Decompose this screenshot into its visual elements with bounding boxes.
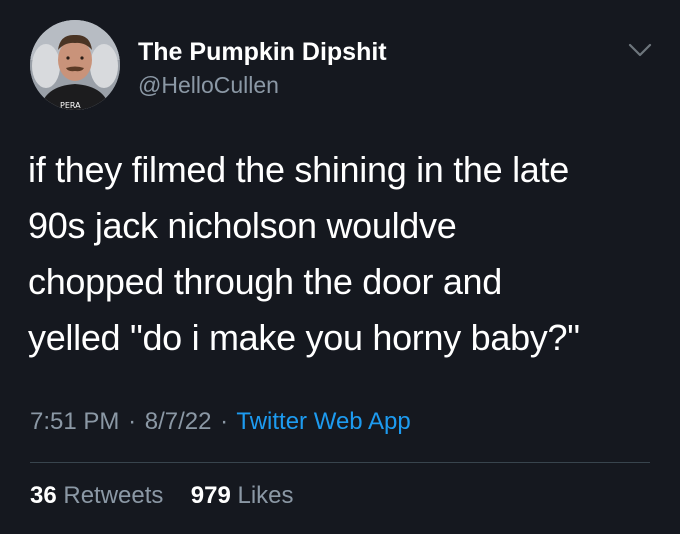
meta-separator: · (220, 408, 229, 435)
tweet-time[interactable]: 7:51 PM (30, 408, 119, 435)
tweet-stats: 36 Retweets 979 Likes (30, 482, 294, 510)
likes-stat[interactable]: 979 Likes (191, 482, 294, 509)
likes-label: Likes (237, 482, 294, 509)
chevron-down-icon[interactable] (626, 40, 654, 60)
tweet-metadata: 7:51 PM · 8/7/22 · Twitter Web App (30, 408, 411, 436)
divider (30, 462, 650, 463)
tweet-date[interactable]: 8/7/22 (145, 408, 212, 435)
avatar-photo-icon: PERA (30, 20, 120, 110)
meta-separator: · (128, 408, 137, 435)
user-handle[interactable]: @HelloCullen (138, 72, 279, 99)
likes-count: 979 (190, 482, 231, 509)
tweet-card: PERA The Pumpkin Dipshit @HelloCullen if… (0, 0, 680, 534)
retweets-stat[interactable]: 36 Retweets (30, 482, 170, 509)
retweets-label: Retweets (63, 482, 164, 509)
tweet-source-link[interactable]: Twitter Web App (236, 408, 410, 435)
display-name[interactable]: The Pumpkin Dipshit (138, 38, 387, 67)
svg-text:PERA: PERA (60, 101, 81, 110)
tweet-text: if they filmed the shining in the late 9… (28, 149, 580, 358)
avatar[interactable]: PERA (30, 20, 120, 110)
retweets-count: 36 (30, 482, 57, 509)
